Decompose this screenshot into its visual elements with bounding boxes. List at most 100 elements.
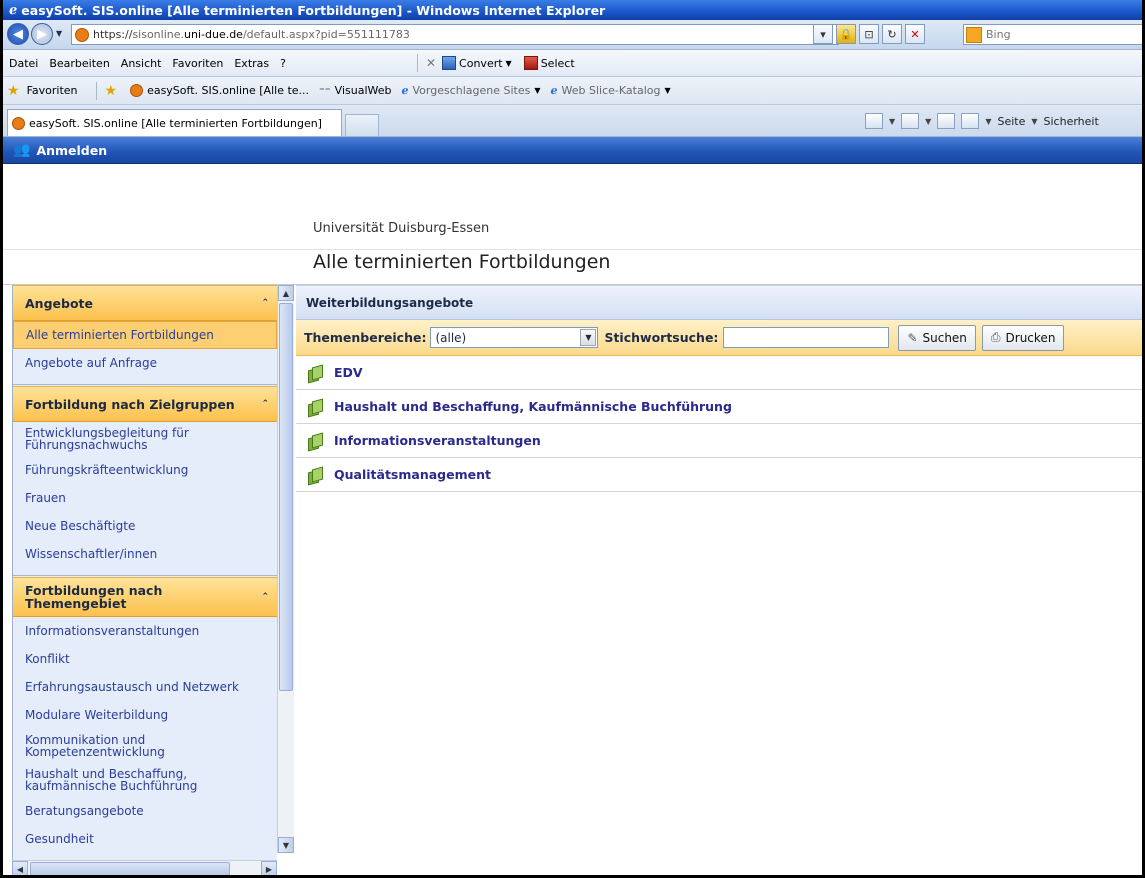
sidebar-item-kommunikation[interactable]: Kommunikation und Kompetenzentwicklung xyxy=(13,729,277,763)
url-input[interactable]: https://sisonline. uni-due.de/default.asp… xyxy=(71,24,839,45)
url-dropdown-button[interactable]: ▾ xyxy=(813,24,833,44)
menu-datei[interactable]: Datei xyxy=(9,57,38,70)
sidebar-item-haushalt[interactable]: Haushalt und Beschaffung, kaufmännische … xyxy=(13,763,277,797)
login-link[interactable]: Anmelden xyxy=(36,143,107,158)
menu-ansicht[interactable]: Ansicht xyxy=(121,57,162,70)
chevron-down-icon[interactable]: ▼ xyxy=(985,117,991,126)
tab-active[interactable]: easySoft. SIS.online [Alle terminierten … xyxy=(7,109,342,136)
sidebar-horizontal-scrollbar[interactable]: ◀ ▶ xyxy=(12,860,277,875)
sidebar-item-neue-beschaeftigte[interactable]: Neue Beschäftigte xyxy=(13,512,277,540)
menu-favoriten[interactable]: Favoriten xyxy=(172,57,223,70)
print-icon[interactable] xyxy=(961,113,980,129)
sidebar-item-modulare-weiterbildung[interactable]: Modulare Weiterbildung xyxy=(13,701,277,729)
scroll-left-icon[interactable]: ◀ xyxy=(12,861,28,875)
fav-item-visualweb[interactable]: ⁼⁼ VisualWeb xyxy=(319,84,391,97)
close-icon[interactable]: ✕ xyxy=(426,56,436,70)
search-input[interactable]: Bing xyxy=(963,24,1142,45)
site-icon xyxy=(130,84,144,97)
lock-icon[interactable]: 🔒 xyxy=(836,24,856,44)
sidebar-section-themengebiet[interactable]: Fortbildungen nach Themengebiet ⌃ xyxy=(13,577,277,617)
print-button[interactable]: ⎙ Drucken xyxy=(981,324,1065,351)
collapse-icon[interactable]: ⌃ xyxy=(261,592,269,602)
stichwort-input[interactable] xyxy=(723,327,890,348)
history-dropdown-icon[interactable]: ▼ xyxy=(56,29,62,38)
sidebar-item-informationsveranstaltungen[interactable]: Informationsveranstaltungen xyxy=(13,617,277,645)
menu-extras[interactable]: Extras xyxy=(234,57,269,70)
fav-item-suggested-sites[interactable]: ℯ Vorgeschlagene Sites ▼ xyxy=(401,84,540,97)
safety-menu-button[interactable]: Sicherheit xyxy=(1044,115,1099,128)
sidebar-item-wissenschaftler[interactable]: Wissenschaftler/innen xyxy=(13,540,277,568)
sidebar-item-alle-terminierten[interactable]: Alle terminierten Fortbildungen xyxy=(13,321,277,349)
collapse-icon[interactable]: ⌃ xyxy=(261,399,269,409)
themen-select-value: (alle) xyxy=(435,330,467,345)
fav-item-web-slice[interactable]: ℯ Web Slice-Katalog ▼ xyxy=(551,84,671,97)
ie-logo-icon: ℯ xyxy=(9,2,18,18)
add-favorite-icon: ★ xyxy=(104,82,118,99)
back-button[interactable]: ◀ xyxy=(7,23,29,45)
sidebar-item-erfahrungsaustausch[interactable]: Erfahrungsaustausch und Netzwerk xyxy=(13,673,277,701)
url-scheme: https:// xyxy=(93,28,133,41)
category-row[interactable]: EDV xyxy=(296,356,1142,390)
sidebar-section-angebote[interactable]: Angebote ⌃ xyxy=(13,285,277,321)
stop-icon[interactable]: ✕ xyxy=(905,24,925,44)
ie-icon: ℯ xyxy=(401,84,409,97)
scrollbar-thumb[interactable] xyxy=(30,862,230,875)
convert-button[interactable]: Convert ▼ xyxy=(442,56,512,70)
menu-help[interactable]: ? xyxy=(280,57,286,70)
convert-label: Convert xyxy=(459,56,503,70)
forward-button[interactable]: ▶ xyxy=(31,23,53,45)
category-row[interactable]: Informationsveranstaltungen xyxy=(296,424,1142,458)
mail-icon[interactable] xyxy=(937,113,956,129)
visualweb-icon: ⁼⁼ xyxy=(319,84,331,97)
scroll-up-icon[interactable]: ▲ xyxy=(278,285,294,301)
chevron-down-icon[interactable]: ▼ xyxy=(925,117,931,126)
scroll-right-icon[interactable]: ▶ xyxy=(261,861,277,875)
sidebar-item-fuehrungskraefte[interactable]: Führungskräfteentwicklung xyxy=(13,456,277,484)
sidebar-section-zielgruppen[interactable]: Fortbildung nach Zielgruppen ⌃ xyxy=(13,386,277,422)
page-title: Alle terminierten Fortbildungen xyxy=(313,251,611,273)
scroll-down-icon[interactable]: ▼ xyxy=(278,837,294,853)
new-tab-button[interactable] xyxy=(345,114,379,136)
compatibility-view-icon[interactable]: ⊡ xyxy=(859,24,879,44)
sidebar-divider xyxy=(13,377,277,385)
collapse-icon[interactable]: ⌃ xyxy=(261,298,269,308)
category-row[interactable]: Haushalt und Beschaffung, Kaufmännische … xyxy=(296,390,1142,424)
url-tools: ▾ 🔒 ⊡ ↻ ✕ xyxy=(813,24,925,44)
menu-bearbeiten[interactable]: Bearbeiten xyxy=(49,57,109,70)
select-icon xyxy=(523,56,538,70)
sidebar-item-entwicklungsbegleitung[interactable]: Entwicklungsbegleitung für Führungsnachw… xyxy=(13,422,277,456)
category-link[interactable]: Informationsveranstaltungen xyxy=(334,433,541,448)
site-icon xyxy=(75,27,89,42)
sidebar-vertical-scrollbar[interactable]: ▲ ▼ xyxy=(277,285,294,853)
feeds-icon[interactable] xyxy=(901,113,920,129)
select-button[interactable]: Select xyxy=(523,56,575,70)
section-title: Fortbildung nach Zielgruppen xyxy=(25,396,235,412)
themen-select[interactable]: (alle) ▼ xyxy=(430,327,599,348)
chevron-down-icon[interactable]: ▼ xyxy=(580,329,597,346)
tab-label: easySoft. SIS.online [Alle terminierten … xyxy=(29,116,322,130)
add-favorite-button[interactable]: ★ xyxy=(105,83,121,99)
search-button[interactable]: ✎ Suchen xyxy=(898,324,976,351)
scrollbar-thumb[interactable] xyxy=(279,303,293,691)
favorites-button[interactable]: ★ Favoriten xyxy=(7,83,78,99)
sidebar: Angebote ⌃ Alle terminierten Fortbildung… xyxy=(12,285,277,870)
category-row[interactable]: Qualitätsmanagement xyxy=(296,458,1142,492)
category-link[interactable]: Haushalt und Beschaffung, Kaufmännische … xyxy=(334,399,732,414)
search-placeholder: Bing xyxy=(986,28,1011,41)
category-link[interactable]: EDV xyxy=(334,365,363,380)
chevron-down-icon: ▼ xyxy=(664,86,671,95)
chevron-down-icon[interactable]: ▼ xyxy=(1031,117,1037,126)
sidebar-item-frauen[interactable]: Frauen xyxy=(13,484,277,512)
sidebar-item-konflikt[interactable]: Konflikt xyxy=(13,645,277,673)
refresh-icon[interactable]: ↻ xyxy=(882,24,902,44)
sidebar-item-beratungsangebote[interactable]: Beratungsangebote xyxy=(13,797,277,825)
fav-item-label: easySoft. SIS.online [Alle te... xyxy=(147,84,310,97)
filter-bar: Themenbereiche: (alle) ▼ Stichwortsuche:… xyxy=(296,320,1142,356)
fav-item-easysoft[interactable]: easySoft. SIS.online [Alle te... xyxy=(130,84,309,97)
chevron-down-icon[interactable]: ▼ xyxy=(889,117,895,126)
page-menu-button[interactable]: Seite xyxy=(997,115,1025,128)
category-link[interactable]: Qualitätsmanagement xyxy=(334,467,491,482)
home-icon[interactable] xyxy=(865,113,883,129)
sidebar-item-gesundheit[interactable]: Gesundheit xyxy=(13,825,277,853)
sidebar-item-angebote-auf-anfrage[interactable]: Angebote auf Anfrage xyxy=(13,349,277,377)
